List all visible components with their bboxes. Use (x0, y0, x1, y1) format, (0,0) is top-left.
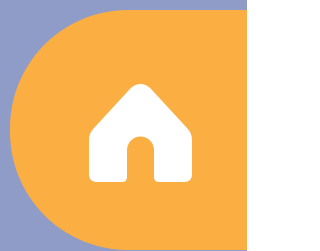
home-icon (89, 84, 192, 182)
home-nav-tab[interactable] (10, 10, 247, 250)
home-icon-shape (89, 84, 192, 182)
app-screen (0, 0, 247, 251)
